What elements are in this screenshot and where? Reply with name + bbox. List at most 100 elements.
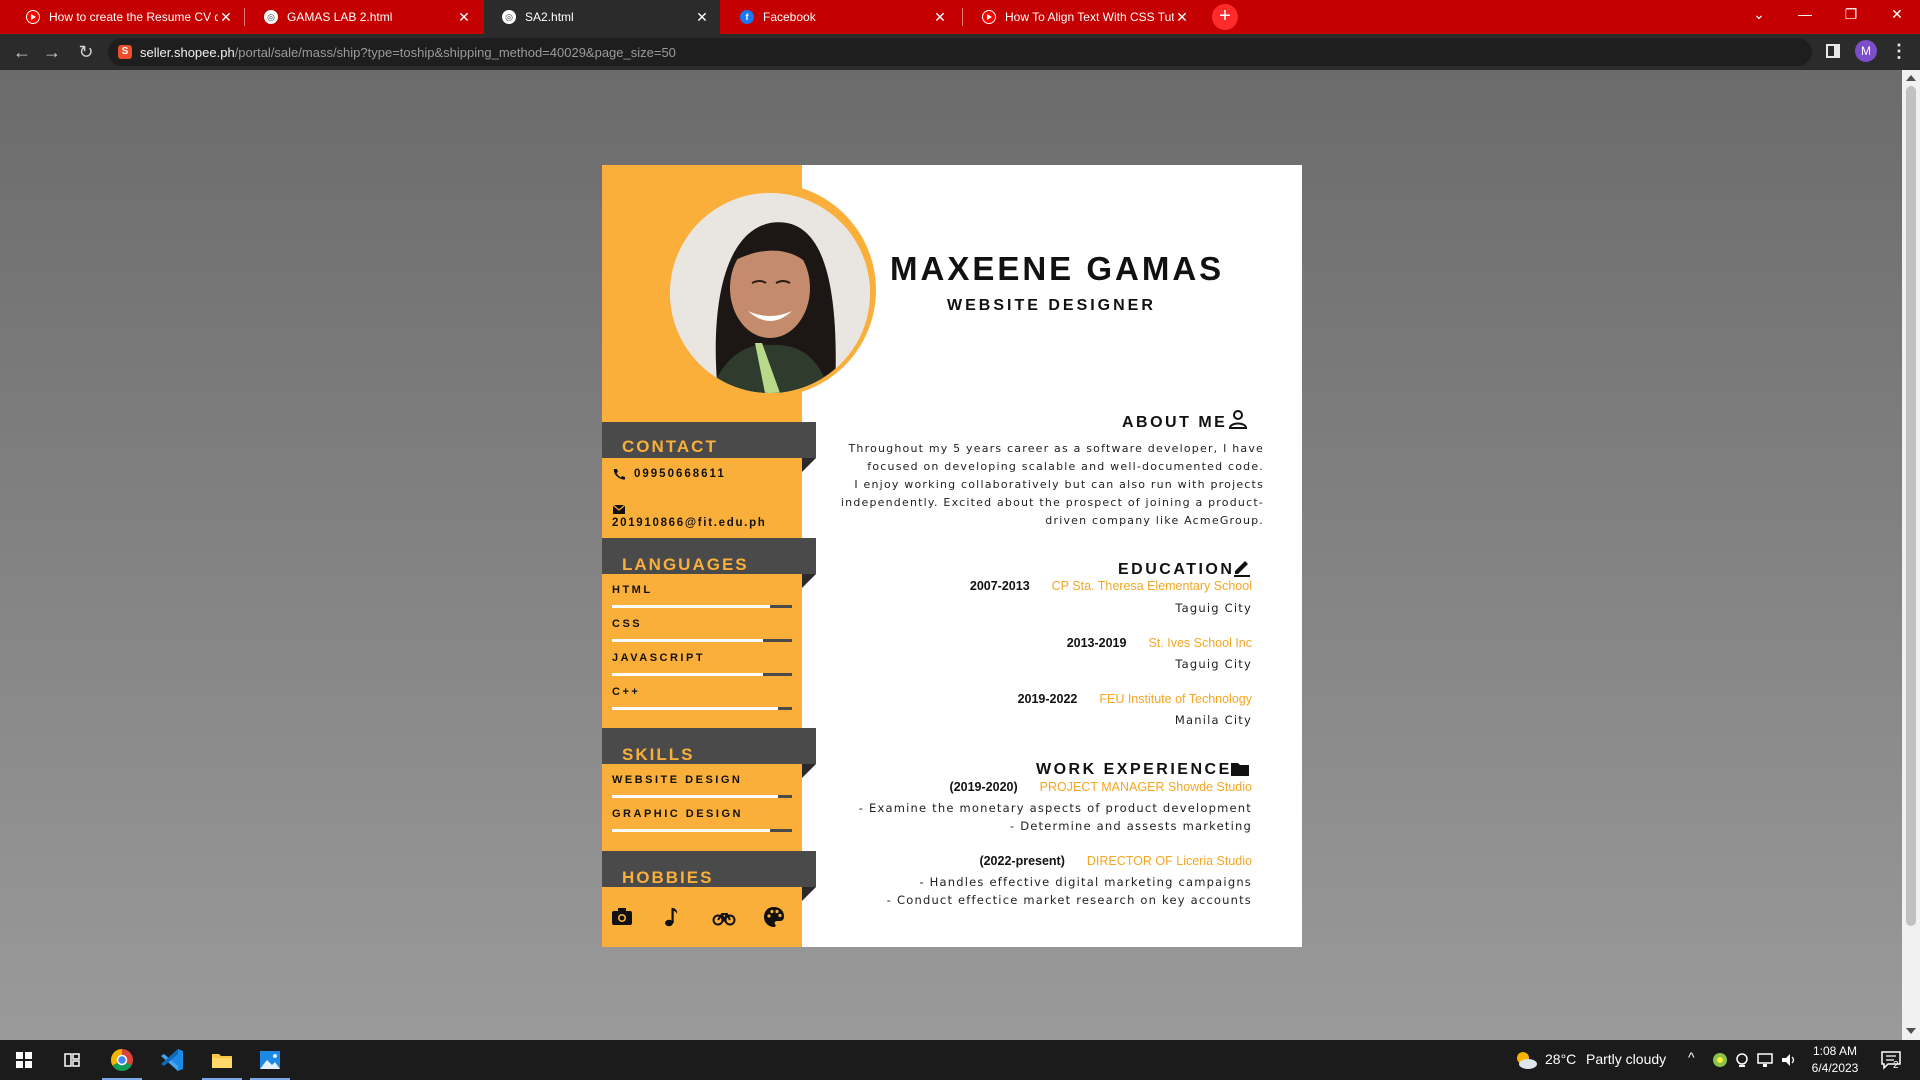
education-years: 2019-2022	[1017, 692, 1078, 706]
education-school: CP Sta. Theresa Elementary School	[1051, 579, 1252, 593]
side-panel-icon[interactable]	[1826, 44, 1840, 58]
notification-count-badge: 2	[1893, 1060, 1899, 1071]
skill-bar	[612, 829, 792, 832]
education-years: 2013-2019	[1066, 636, 1127, 650]
tab-strip: How to create the Resume CV de ✕ ◎ GAMAS…	[0, 0, 1920, 34]
forward-arrow-icon[interactable]: →	[40, 40, 64, 64]
about-text: Throughout my 5 years career as a softwa…	[832, 440, 1264, 530]
tab-search-icon[interactable]: ⌄	[1736, 0, 1782, 30]
tray-app-icon[interactable]	[1712, 1052, 1728, 1068]
tab-separator	[244, 8, 245, 26]
scroll-down-arrow[interactable]	[1906, 1028, 1916, 1034]
globe-icon: ◎	[264, 10, 278, 24]
education-city: Taguig City	[1175, 657, 1252, 671]
work-years: (2019-2020)	[949, 780, 1018, 794]
about-line: focused on developing scalable and well-…	[867, 460, 1264, 473]
phone-icon	[613, 469, 625, 480]
phone-value: 09950668611	[634, 468, 726, 481]
language-bar-fill	[763, 639, 792, 642]
show-hidden-icons-chevron-icon[interactable]: ^	[1688, 1049, 1695, 1065]
palette-icon	[764, 907, 784, 927]
weather-temperature[interactable]: 28°C	[1545, 1051, 1576, 1067]
tab-sa2[interactable]: ◎ SA2.html ✕	[484, 0, 720, 34]
vertical-scrollbar[interactable]	[1902, 70, 1920, 1040]
about-title: ABOUT ME	[1122, 414, 1228, 431]
tab-close-icon[interactable]: ✕	[694, 9, 710, 26]
scroll-up-arrow[interactable]	[1906, 75, 1916, 81]
close-window-button[interactable]: ✕	[1874, 0, 1920, 30]
tab-separator	[962, 8, 963, 26]
languages-title: LANGUAGES	[622, 555, 749, 574]
tab-label: How To Align Text With CSS Tuto	[1005, 10, 1174, 24]
tab-label: How to create the Resume CV de	[49, 10, 218, 24]
education-entry: 2007-2013 CP Sta. Theresa Elementary Scho…	[970, 579, 1252, 593]
tab-close-icon[interactable]: ✕	[456, 9, 472, 26]
work-duty: - Examine the monetary aspects of produc…	[858, 801, 1252, 815]
url-path: /portal/sale/mass/ship?type=toship&shipp…	[234, 44, 676, 60]
language-bar-fill	[770, 605, 792, 608]
file-explorer-icon[interactable]	[208, 1046, 236, 1074]
music-note-icon	[665, 908, 678, 927]
tab-gamas-lab[interactable]: ◎ GAMAS LAB 2.html ✕	[246, 0, 482, 34]
work-entry: (2019-2020) PROJECT MANAGER Showde Studio	[950, 780, 1252, 794]
education-school: FEU Institute of Technology	[1099, 692, 1252, 706]
education-years: 2007-2013	[969, 579, 1030, 593]
language-bar	[612, 605, 792, 608]
skill-label: WEBSITE DESIGN	[612, 774, 743, 786]
camera-icon	[612, 908, 632, 925]
about-line: independently. Excited about the prospec…	[840, 496, 1264, 509]
address-bar[interactable]: S seller.shopee.ph/portal/sale/mass/ship…	[108, 38, 1812, 66]
about-line: Throughout my 5 years career as a softwa…	[848, 442, 1264, 455]
resume-name: MAXEENE GAMAS	[890, 250, 1225, 287]
tab-resume-video[interactable]: How to create the Resume CV de ✕	[8, 0, 244, 34]
back-arrow-icon[interactable]: ←	[10, 40, 34, 64]
tab-close-icon[interactable]: ✕	[1174, 9, 1190, 26]
language-bar	[612, 707, 792, 710]
resume-card: MAXEENE GAMAS WEBSITE DESIGNER CONTACT 0…	[602, 165, 1302, 947]
restore-button[interactable]: ❐	[1828, 0, 1874, 30]
facebook-icon: f	[740, 10, 754, 24]
globe-icon: ◎	[502, 10, 516, 24]
work-duty: - Determine and assests marketing	[1009, 819, 1252, 833]
photos-app-icon[interactable]	[256, 1046, 284, 1074]
folder-icon	[1231, 763, 1249, 776]
work-title: WORK EXPERIENCE	[1036, 761, 1232, 778]
task-view-icon[interactable]	[58, 1046, 86, 1074]
weather-description[interactable]: Partly cloudy	[1586, 1051, 1666, 1067]
taskbar-clock[interactable]: 1:08 AM 6/4/2023	[1805, 1043, 1865, 1077]
new-tab-button[interactable]: +	[1212, 4, 1238, 30]
language-bar	[612, 673, 792, 676]
volume-icon[interactable]	[1780, 1052, 1798, 1068]
menu-kebab-icon[interactable]: ⋮	[1890, 40, 1908, 64]
person-icon	[1228, 410, 1248, 429]
work-years: (2022-present)	[979, 854, 1065, 868]
partly-cloudy-icon[interactable]	[1514, 1049, 1538, 1071]
network-icon[interactable]	[1756, 1052, 1774, 1068]
education-title: EDUCATION	[1118, 561, 1235, 578]
tab-close-icon[interactable]: ✕	[218, 9, 234, 26]
windows-start-icon[interactable]	[10, 1046, 38, 1074]
minimize-button[interactable]: —	[1782, 0, 1828, 30]
tab-label: GAMAS LAB 2.html	[287, 10, 393, 24]
tab-close-icon[interactable]: ✕	[932, 9, 948, 26]
work-duty: - Handles effective digital marketing ca…	[919, 875, 1252, 889]
about-line: driven company like AcmeGroup.	[1045, 514, 1264, 527]
tab-facebook[interactable]: f Facebook ✕	[722, 0, 958, 34]
language-label: C++	[612, 686, 641, 698]
education-entry: 2013-2019 St. Ives School Inc	[1067, 636, 1252, 650]
vscode-taskbar-icon[interactable]	[158, 1046, 186, 1074]
tab-align-text-video[interactable]: How To Align Text With CSS Tuto ✕	[964, 0, 1200, 34]
work-title-company: DIRECTOR OF Liceria Studio	[1086, 854, 1252, 868]
pencil-icon	[1234, 561, 1250, 577]
scroll-thumb[interactable]	[1906, 86, 1916, 926]
skill-bar-fill	[777, 795, 792, 798]
profile-avatar[interactable]: M	[1855, 40, 1877, 62]
reload-icon[interactable]: ↻	[74, 40, 98, 64]
education-school: St. Ives School Inc	[1148, 636, 1252, 650]
chrome-taskbar-icon[interactable]	[108, 1046, 136, 1074]
bicycle-icon	[712, 913, 736, 926]
education-entry: 2019-2022 FEU Institute of Technology	[1018, 692, 1252, 706]
webcam-icon[interactable]	[1734, 1052, 1750, 1068]
language-bar-fill	[777, 707, 792, 710]
url-host: seller.shopee.ph	[140, 44, 235, 60]
